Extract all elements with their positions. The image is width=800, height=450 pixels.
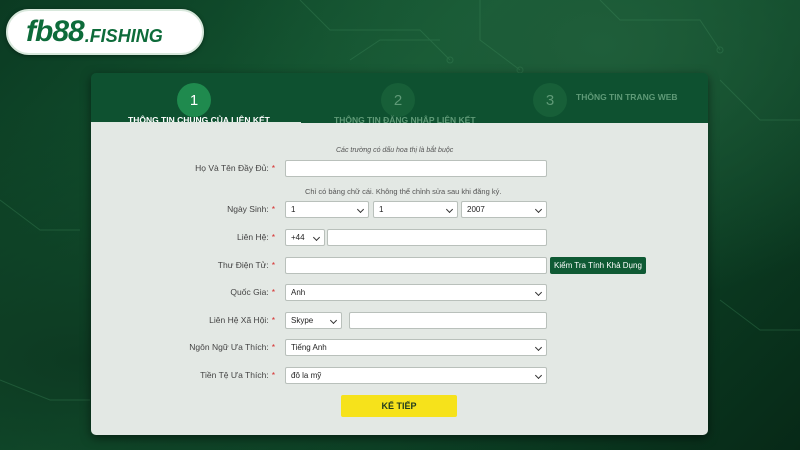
step-3[interactable]: 3 Thông tin trang web	[501, 73, 708, 123]
social-contact-input[interactable]	[349, 312, 547, 329]
row-email: Thư Điện Tử: * Kiểm Tra Tính Khả Dụng	[91, 257, 708, 274]
step-1[interactable]: 1 Thông tin chung của liên kết	[91, 73, 301, 125]
row-birth-date: Ngày Sinh: * 1 1 2007	[91, 201, 708, 218]
currency-label: Tiền Tệ Ưa Thích: *	[200, 370, 275, 380]
step-2-number: 2	[381, 83, 415, 117]
full-name-label: Họ Và Tên Đầy Đủ: *	[195, 163, 275, 173]
step-progress-bar: 1 Thông tin chung của liên kết 2 Thông t…	[91, 73, 708, 125]
registration-panel: 1 Thông tin chung của liên kết 2 Thông t…	[91, 73, 708, 435]
language-select[interactable]: Tiếng Anh	[285, 339, 547, 356]
social-type-select[interactable]: Skype	[285, 312, 342, 329]
row-contact: Liên Hệ: * +44	[91, 229, 708, 246]
birth-month-select[interactable]: 1	[373, 201, 458, 218]
country-label: Quốc Gia: *	[230, 287, 275, 297]
row-language: Ngôn Ngữ Ưa Thích: * Tiếng Anh	[91, 339, 708, 356]
step-3-number: 3	[533, 83, 567, 117]
required-fields-note: Các trường có dấu hoa thị là bắt buộc	[336, 147, 454, 154]
phone-input[interactable]	[327, 229, 547, 246]
step-2[interactable]: 2 Thông tin đăng nhập liên kết	[301, 73, 501, 125]
phone-code-select[interactable]: +44	[285, 229, 325, 246]
name-format-note: Chỉ có bảng chữ cái. Không thể chỉnh sửa…	[305, 187, 502, 196]
check-availability-button[interactable]: Kiểm Tra Tính Khả Dụng	[550, 257, 646, 274]
birth-day-select[interactable]: 1	[285, 201, 369, 218]
birth-date-label: Ngày Sinh: *	[227, 204, 275, 214]
registration-form: Các trường có dấu hoa thị là bắt buộc Họ…	[91, 123, 708, 435]
language-label: Ngôn Ngữ Ưa Thích: *	[189, 342, 275, 352]
logo-text-main: fb88	[26, 15, 85, 48]
logo-text-suffix: .FISHING	[84, 25, 163, 46]
email-input[interactable]	[285, 257, 547, 274]
full-name-input[interactable]	[285, 160, 547, 177]
row-full-name: Họ Và Tên Đầy Đủ: *	[91, 160, 708, 177]
row-currency: Tiền Tệ Ưa Thích: * đô la mỹ	[91, 367, 708, 384]
row-social-contact: Liên Hệ Xã Hội: * Skype	[91, 312, 708, 329]
site-logo[interactable]: fb88 .FISHING	[6, 9, 204, 55]
next-button[interactable]: Kế tiếp	[341, 395, 457, 417]
contact-label: Liên Hệ: *	[237, 232, 275, 242]
social-contact-label: Liên Hệ Xã Hội: *	[209, 315, 275, 325]
birth-year-select[interactable]: 2007	[461, 201, 547, 218]
email-label: Thư Điện Tử: *	[217, 260, 275, 270]
row-country: Quốc Gia: * Anh	[91, 284, 708, 301]
step-1-number: 1	[177, 83, 211, 117]
country-select[interactable]: Anh	[285, 284, 547, 301]
currency-select[interactable]: đô la mỹ	[285, 367, 547, 384]
step-3-label: Thông tin trang web	[576, 92, 678, 102]
